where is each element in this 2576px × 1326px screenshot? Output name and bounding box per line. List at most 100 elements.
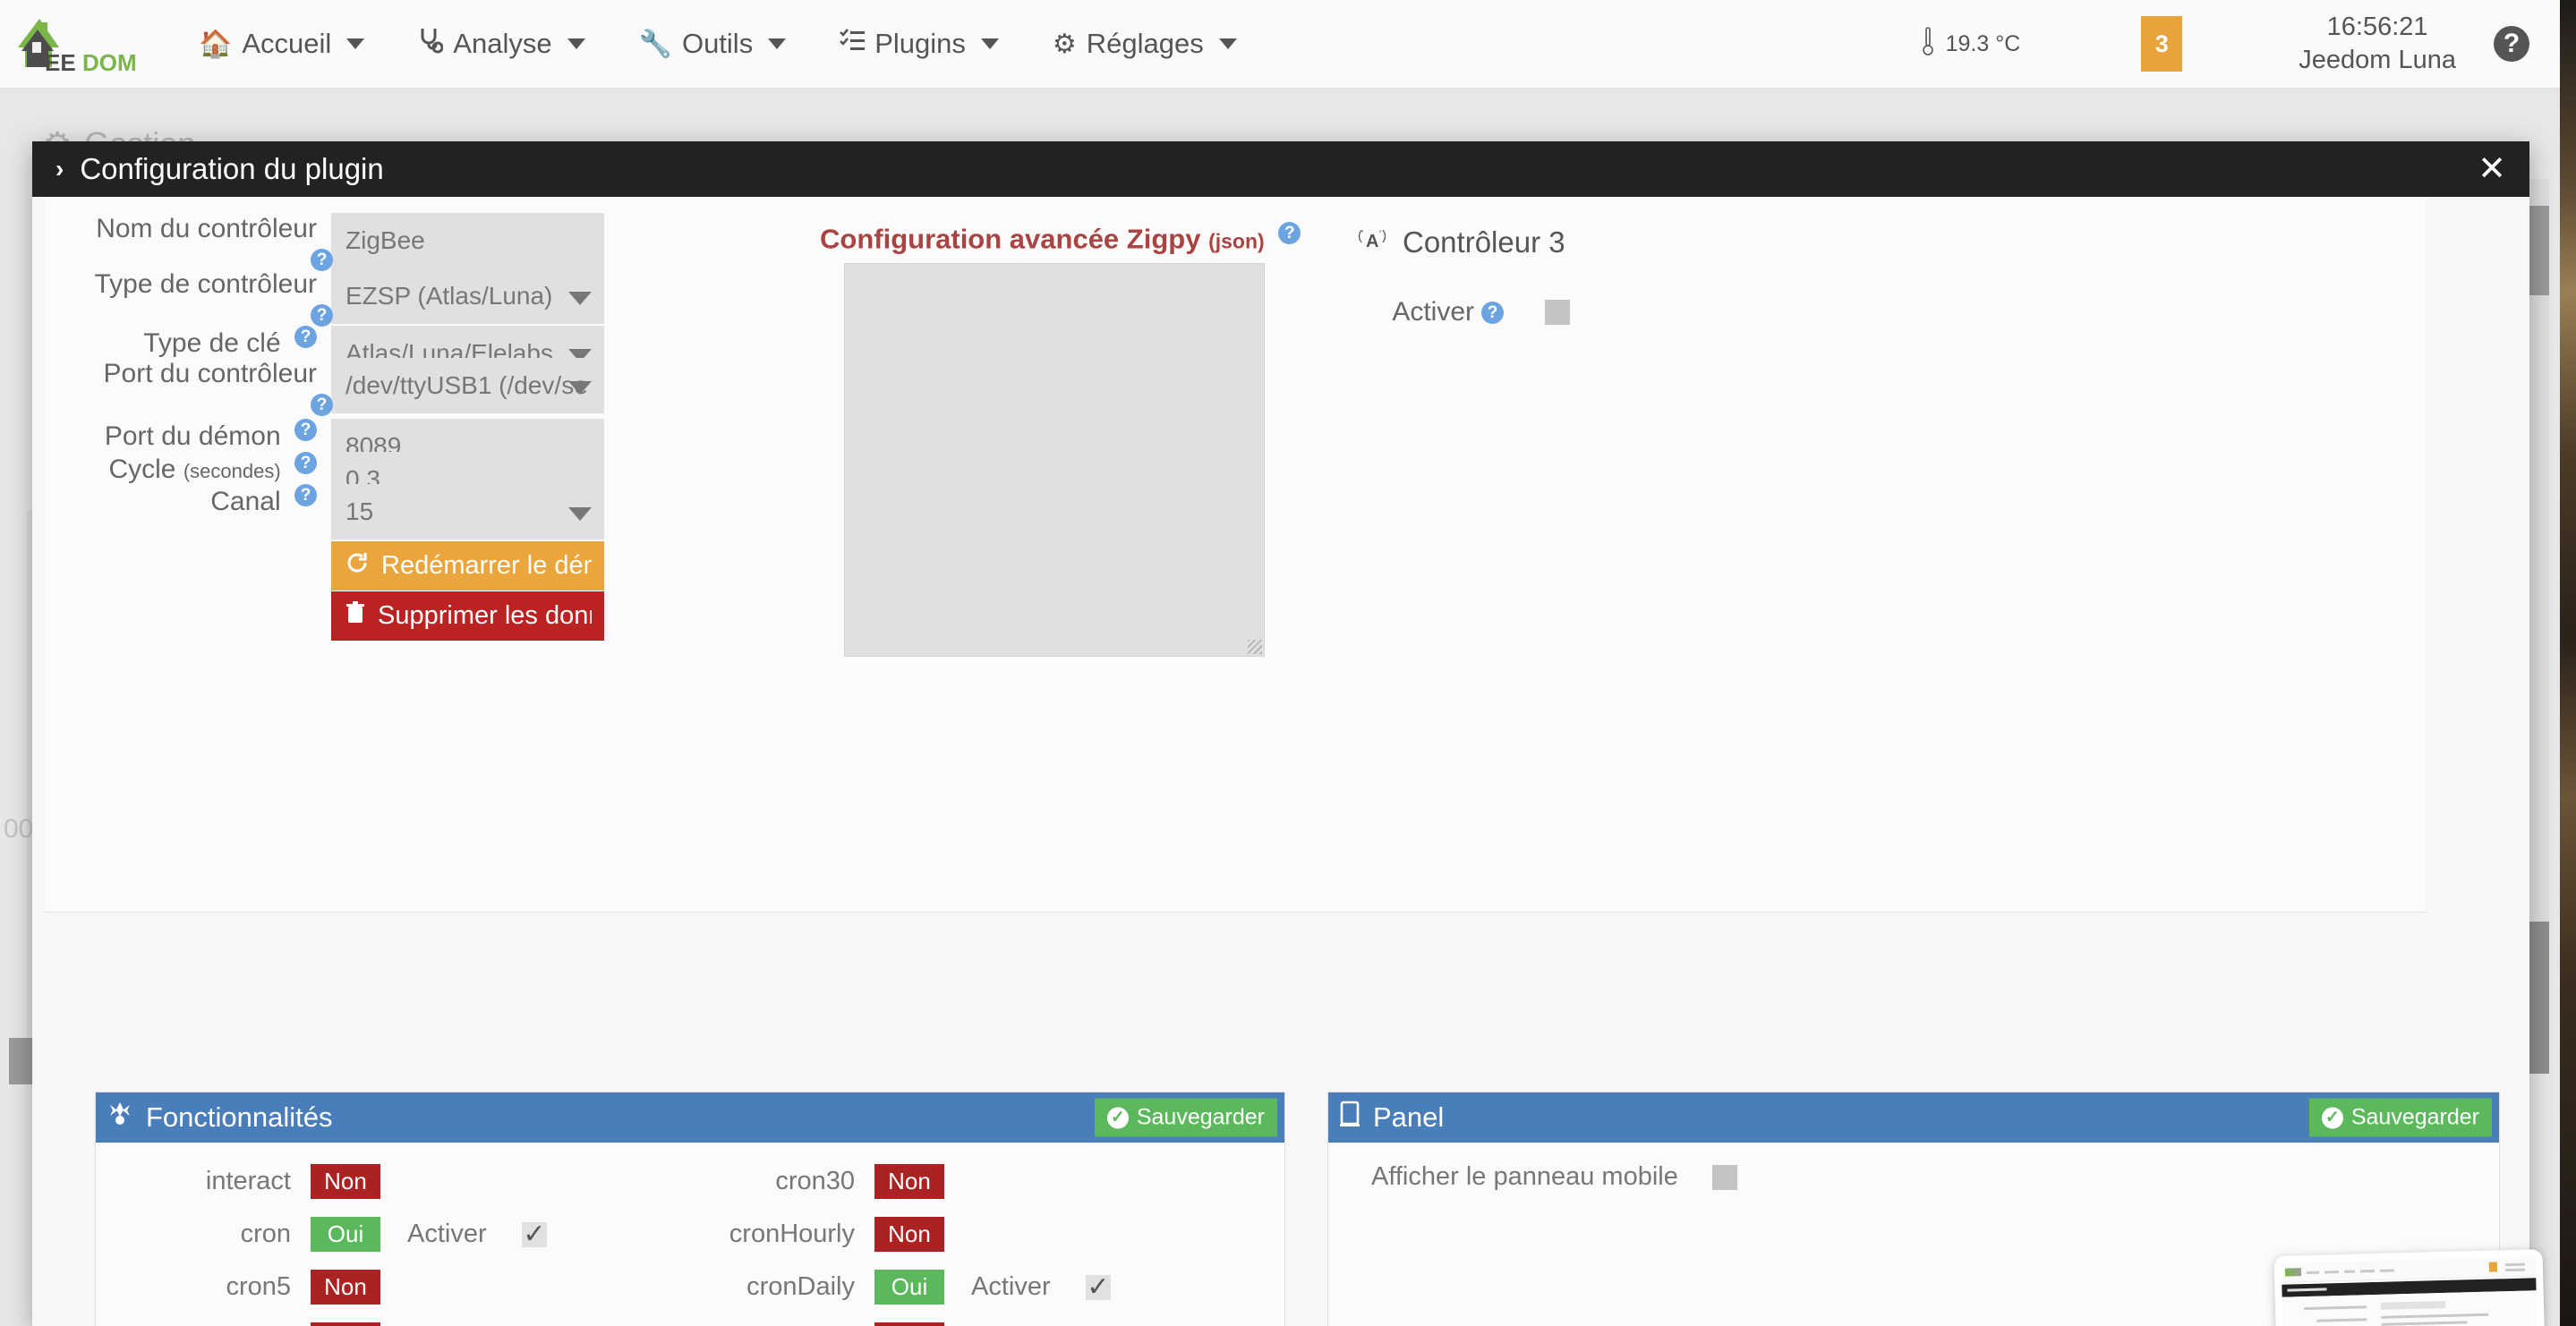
- user-name: Jeedom Luna: [2299, 46, 2456, 74]
- ghost-text: 00: [4, 814, 34, 844]
- panel-panel-header: Panel ✓ Sauvegarder: [1328, 1092, 2499, 1143]
- pip-mini-line: [2287, 1288, 2327, 1292]
- picture-in-picture-preview[interactable]: [2256, 1233, 2560, 1326]
- nav-item-outils-label: Outils: [681, 28, 754, 59]
- help-icon-cycle[interactable]: ?: [294, 452, 317, 474]
- help-icon-key-type[interactable]: ?: [294, 326, 317, 348]
- delete-data-label: Supprimer les données: [378, 601, 592, 630]
- plugin-configuration-modal: › Configuration du plugin ✕ Nom du contr…: [32, 141, 2529, 1326]
- feature-name: cronHourly: [729, 1220, 855, 1248]
- chevron-right-icon[interactable]: ›: [55, 155, 64, 183]
- features-save-button[interactable]: ✓ Sauvegarder: [1094, 1098, 1277, 1137]
- top-navbar: EE DOM 🏠 Accueil Analyse 🔧 Outils Plugin…: [0, 0, 2560, 89]
- controller-type-select[interactable]: EZSP (Atlas/Luna): [331, 268, 604, 324]
- thermometer-icon: [1921, 26, 1935, 63]
- feature-enable-checkbox[interactable]: ✓: [1086, 1272, 1111, 1302]
- delete-data-button[interactable]: Supprimer les données: [331, 591, 604, 641]
- clock-user-block: 16:56:21 Jeedom Luna: [2299, 11, 2456, 77]
- feature-status-badge: Non: [311, 1164, 380, 1199]
- pip-mini-line: [2306, 1271, 2320, 1274]
- controller-name-input[interactable]: ZigBee: [331, 213, 604, 268]
- controller-config-card: Nom du contrôleur ZigBee ? Type de contr…: [45, 197, 2426, 913]
- svg-text:DOM: DOM: [82, 49, 137, 76]
- pip-mini-badge: [2488, 1262, 2498, 1272]
- feature-row: cronHourly Non: [660, 1208, 1111, 1261]
- restart-daemon-button[interactable]: Redémarrer le démon: [331, 541, 604, 591]
- controller3-title: ( ' A ' ) Contrôleur 3: [1358, 225, 1565, 259]
- zigpy-json-label: Configuration avancée Zigpy (json) ?: [820, 222, 1301, 255]
- jeedom-logo[interactable]: EE DOM: [13, 12, 145, 76]
- feature-activer-label: Activer: [971, 1272, 1051, 1301]
- mobile-icon: [1339, 1101, 1361, 1135]
- chevron-down-icon: [568, 507, 592, 521]
- nav-item-reglages[interactable]: ⚙ Réglages: [1053, 28, 1237, 60]
- panel-save-button[interactable]: ✓ Sauvegarder: [2308, 1098, 2492, 1137]
- channel-select[interactable]: 15: [331, 484, 604, 540]
- help-icon-controller3-enable[interactable]: ?: [1481, 301, 1504, 324]
- nav-item-accueil[interactable]: 🏠 Accueil: [199, 28, 365, 60]
- feature-status-badge: Non: [874, 1217, 944, 1252]
- feature-row: cron10 Non: [96, 1313, 547, 1326]
- close-icon[interactable]: ✕: [2478, 152, 2506, 186]
- controller3-enable-checkbox[interactable]: [1545, 300, 1570, 325]
- pip-mini-body: [2282, 1290, 2538, 1326]
- mobile-panel-row: Afficher le panneau mobile: [1371, 1162, 1737, 1192]
- antenna-icon: ( ' A ' ): [1358, 225, 1388, 259]
- feature-row: interact Non: [96, 1155, 547, 1208]
- help-icon-controller-port[interactable]: ?: [311, 394, 333, 416]
- feature-row: deadcmd Non: [660, 1313, 1111, 1326]
- nav-item-analyse[interactable]: Analyse: [418, 27, 585, 61]
- feature-status-badge: Non: [874, 1322, 944, 1326]
- nav-item-outils[interactable]: 🔧 Outils: [639, 28, 787, 60]
- chevron-down-icon: [567, 38, 585, 49]
- pip-mini-line: [2381, 1321, 2468, 1326]
- help-icon-channel[interactable]: ?: [294, 484, 317, 506]
- field-row-channel: Canal ? 15: [45, 484, 604, 540]
- feature-row: cron5 Non: [96, 1261, 547, 1313]
- modal-header: › Configuration du plugin ✕: [32, 141, 2529, 197]
- pip-mini-line: [2303, 1305, 2367, 1311]
- message-count-badge[interactable]: 3: [2141, 16, 2183, 72]
- field-label-key-type: Type de clé ?: [45, 326, 331, 360]
- help-icon-controller-type[interactable]: ?: [311, 304, 333, 327]
- navbar-right-group: 19.3 °C 3 16:56:21 Jeedom Luna ?: [1921, 0, 2560, 89]
- resize-grip-icon[interactable]: [1248, 640, 1262, 654]
- restart-daemon-label: Redémarrer le démon: [381, 551, 592, 580]
- controller-name-value: ZigBee: [345, 226, 425, 254]
- check-circle-icon: ✓: [1106, 1107, 1129, 1128]
- nav-item-plugins[interactable]: Plugins: [840, 28, 999, 60]
- zigpy-json-textarea[interactable]: [844, 263, 1265, 657]
- feature-row: cron30 Non: [660, 1155, 1111, 1208]
- field-label-daemon-port: Port du démon ?: [45, 419, 331, 453]
- feature-status-badge: Oui: [874, 1270, 944, 1305]
- feature-name: cron30: [775, 1167, 855, 1195]
- pip-mini-line: [2504, 1262, 2525, 1267]
- modal-body: Nom du contrôleur ZigBee ? Type de contr…: [32, 197, 2529, 1326]
- pip-mini-line: [2343, 1270, 2355, 1273]
- refresh-icon: [345, 551, 369, 582]
- pip-frame: [2273, 1249, 2546, 1326]
- help-icon[interactable]: ?: [2494, 26, 2529, 62]
- features-panel-title: Fonctionnalités: [146, 1101, 333, 1133]
- controller-port-value: /dev/ttyUSB1 (/dev/se: [345, 371, 588, 399]
- help-icon-daemon-port[interactable]: ?: [294, 419, 317, 441]
- help-icon-zigpy-json[interactable]: ?: [1278, 222, 1301, 244]
- pip-mini-line: [2359, 1270, 2375, 1273]
- panel-panel-title: Panel: [1373, 1101, 1445, 1133]
- mobile-panel-checkbox[interactable]: [1711, 1164, 1737, 1190]
- field-label-channel: Canal ?: [45, 484, 331, 518]
- svg-text:EE: EE: [45, 49, 76, 76]
- features-left-column: interact Non cron Oui Activer ✓ cron5 No…: [96, 1155, 547, 1326]
- feature-name: interact: [205, 1167, 291, 1195]
- svg-text:): ): [1382, 228, 1386, 243]
- feature-enable-checkbox[interactable]: ✓: [522, 1220, 547, 1249]
- features-save-label: Sauvegarder: [1136, 1104, 1265, 1130]
- features-panel: Fonctionnalités ✓ Sauvegarder interact N…: [95, 1092, 1285, 1326]
- controller-port-select[interactable]: /dev/ttyUSB1 (/dev/se: [331, 358, 604, 413]
- pip-mini-line: [2381, 1313, 2489, 1319]
- pip-mini-line: [2324, 1271, 2340, 1274]
- wrench-icon: 🔧: [638, 29, 672, 59]
- feature-status-badge: Oui: [311, 1217, 380, 1252]
- pip-mini-logo: [2284, 1268, 2302, 1277]
- clock-time: 16:56:21: [2326, 12, 2428, 41]
